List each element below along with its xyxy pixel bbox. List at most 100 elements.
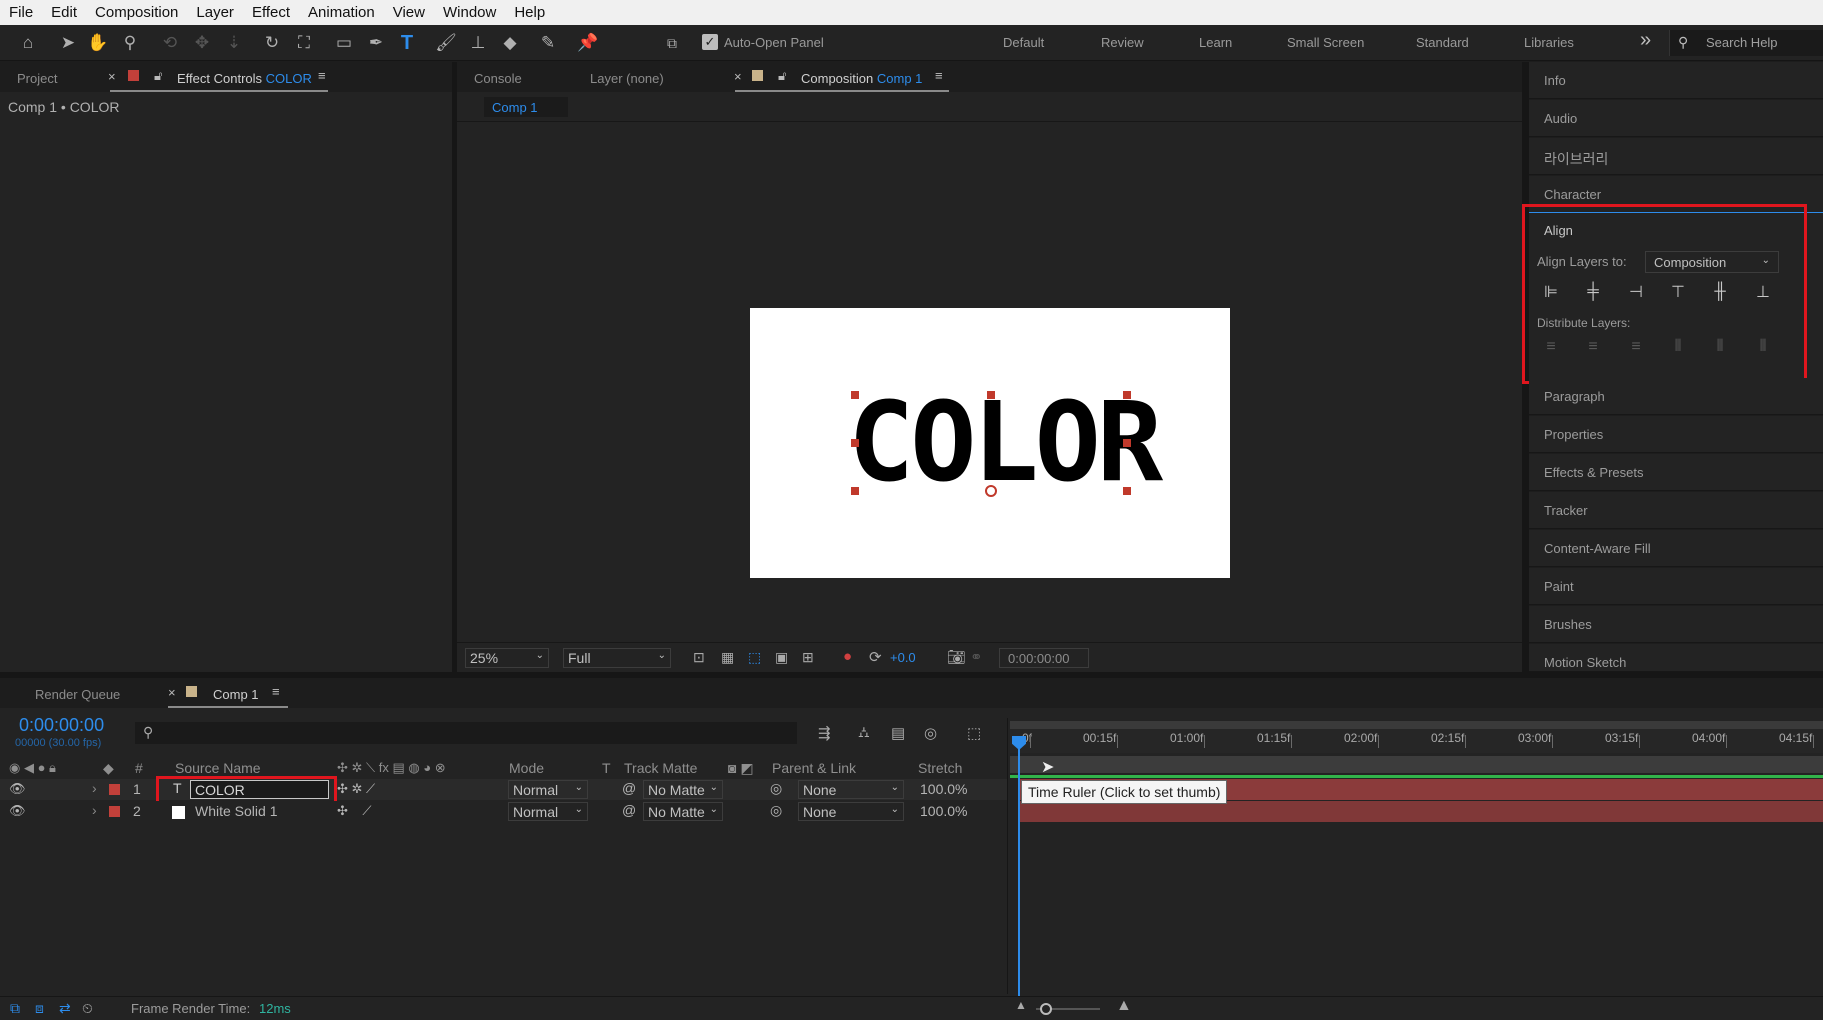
rectangle-tool-icon[interactable]: ▭ [332,31,356,55]
pen-tool-icon[interactable]: ✒ [364,31,388,55]
reset-exposure-icon[interactable]: ⟳ [869,648,882,666]
zoom-dropdown[interactable]: 25% ⌄ [465,648,549,668]
workspace-standard[interactable]: Standard [1416,35,1469,50]
panel-effects-presets[interactable]: Effects & Presets [1529,454,1823,491]
layer-row[interactable]: 👁︎ › 2 White Solid 1 ✣ ⟋ Normal ⌄ @ No Ma… [0,801,1007,822]
visibility-eye-icon[interactable]: 👁︎ [9,803,26,819]
menu-effect[interactable]: Effect [243,4,299,21]
orbit-tool-icon[interactable]: ⟲ [158,31,182,55]
parent-pickwhip-icon[interactable]: ◎ [770,802,782,819]
layer-switches-toggle-icon[interactable]: ⧉ [10,1000,20,1017]
layer-duration-bar[interactable] [1018,801,1823,822]
panel-menu-icon[interactable]: ≡ [272,684,280,699]
current-time-display[interactable]: 0:00:00:00 [19,715,104,736]
mask-visibility-icon[interactable]: ⬚ [748,649,761,666]
menu-help[interactable]: Help [505,4,554,21]
auto-open-checkbox[interactable]: ✓ [702,34,718,50]
zoom-slider[interactable] [1036,1003,1100,1015]
track-matte-pickwhip-icon[interactable]: @ [622,780,636,796]
viewer-timecode[interactable]: 0:00:00:00 [999,648,1089,668]
zoom-in-icon[interactable]: ▲ [1116,997,1132,1015]
layer-row[interactable]: 👁︎ › 1 T COLOR ✣ ✲ ⟋ Normal ⌄ @ No Matte ⌄… [0,779,1007,800]
rotation-tool-icon[interactable]: ↻ [260,31,284,55]
transform-handle[interactable] [851,487,859,495]
selection-tool-icon[interactable]: ➤ [56,31,80,55]
transform-handle[interactable] [1123,391,1131,399]
menu-file[interactable]: File [0,4,42,21]
layer-search-input[interactable]: ⚲ [135,722,797,744]
track-matte-dropdown[interactable]: No Matte ⌄ [643,802,723,821]
dolly-tool-icon[interactable]: ⇣ [222,31,246,55]
menu-animation[interactable]: Animation [299,4,384,21]
zoom-tool-icon[interactable]: ⚲ [118,31,142,55]
current-time-indicator[interactable] [1018,738,1020,996]
menu-window[interactable]: Window [434,4,505,21]
work-area-bar[interactable] [1010,756,1823,773]
menu-view[interactable]: View [384,4,434,21]
tab-composition[interactable]: Composition Comp 1 [801,71,922,86]
workspace-learn[interactable]: Learn [1199,35,1232,50]
panel-library[interactable]: 라이브러리 [1529,138,1823,175]
comp-mini-flowchart-icon[interactable]: ⇶ [818,724,831,742]
tab-render-queue[interactable]: Render Queue [35,687,120,702]
puppet-pin-icon[interactable]: 📌 [576,31,600,55]
transform-handle[interactable] [851,439,859,447]
expand-arrow-icon[interactable]: › [92,802,97,818]
track-matte-pickwhip-icon[interactable]: @ [622,802,636,818]
panel-info[interactable]: Info [1529,62,1823,99]
hand-tool-icon[interactable]: ✋ [86,31,110,55]
transform-handle[interactable] [851,391,859,399]
zoom-out-icon[interactable]: ▲ [1015,998,1027,1012]
frame-blending-icon[interactable]: ◎ [924,724,937,742]
lock-icon[interactable]: 🔓︎ [778,68,786,84]
panel-tracker[interactable]: Tracker [1529,492,1823,529]
layer-switches-icons[interactable]: ✣ ✲ ⟋ [337,781,375,797]
region-of-interest-icon[interactable]: ▣ [775,649,788,666]
panel-audio[interactable]: Audio [1529,100,1823,137]
brush-tool-icon[interactable]: 🖌 [434,31,458,55]
graph-editor-icon[interactable]: ⬚ [967,724,981,742]
pan-tool-icon[interactable]: ✥ [190,31,214,55]
roto-brush-icon[interactable]: ✎ [536,31,560,55]
menu-layer[interactable]: Layer [187,4,243,21]
anchor-tool-icon[interactable]: ⛶ [292,31,316,55]
clone-stamp-icon[interactable]: ⊥ [466,31,490,55]
workspace-small-screen[interactable]: Small Screen [1287,35,1364,50]
tab-timeline-comp[interactable]: Comp 1 [213,687,259,702]
search-help-box[interactable]: ⚲ Search Help [1669,30,1823,56]
panel-content-aware-fill[interactable]: Content-Aware Fill [1529,530,1823,567]
comp-canvas[interactable]: COLOR [750,308,1230,578]
panel-menu-icon[interactable]: ≡ [318,68,326,83]
layer-switches-icons[interactable]: ✣ ⟋ [337,803,371,819]
transform-handle[interactable] [1123,487,1131,495]
workspace-overflow-icon[interactable]: » [1640,29,1651,52]
visibility-eye-icon[interactable]: 👁︎ [9,781,26,797]
toggle-panel-icon[interactable]: ⧉ [660,31,684,55]
track-matte-dropdown[interactable]: No Matte ⌄ [643,780,723,799]
panel-menu-icon[interactable]: ≡ [935,68,943,83]
tab-effect-controls[interactable]: Effect Controls COLOR [177,71,312,86]
work-area-navigator[interactable] [1010,721,1823,729]
hide-shy-layers-icon[interactable]: ▤ [891,724,905,742]
transform-handle[interactable] [1123,439,1131,447]
transform-handle[interactable] [987,391,995,399]
home-icon[interactable]: ⌂ [16,31,40,55]
stretch-value[interactable]: 100.0% [920,781,967,797]
parent-pickwhip-icon[interactable]: ◎ [770,780,782,797]
close-tab-icon[interactable]: × [734,69,742,84]
menu-edit[interactable]: Edit [42,4,86,21]
parent-dropdown[interactable]: None ⌄ [798,780,904,799]
viewer-area[interactable]: COLOR [457,123,1522,638]
tab-project[interactable]: Project [17,71,57,86]
close-tab-icon[interactable]: × [108,69,116,84]
blend-mode-dropdown[interactable]: Normal ⌄ [508,802,588,821]
render-time-toggle-icon[interactable]: ⏲ [82,1000,93,1017]
exposure-value[interactable]: +0.0 [890,650,916,665]
panel-brushes[interactable]: Brushes [1529,606,1823,643]
panel-motion-sketch[interactable]: Motion Sketch [1529,644,1823,672]
layer-name[interactable]: White Solid 1 [195,803,277,819]
workspace-review[interactable]: Review [1101,35,1144,50]
comp-subtab[interactable]: Comp 1 [484,97,568,117]
tab-layer[interactable]: Layer (none) [590,71,664,86]
snapshot-icon[interactable]: 📷︎ [947,648,966,666]
